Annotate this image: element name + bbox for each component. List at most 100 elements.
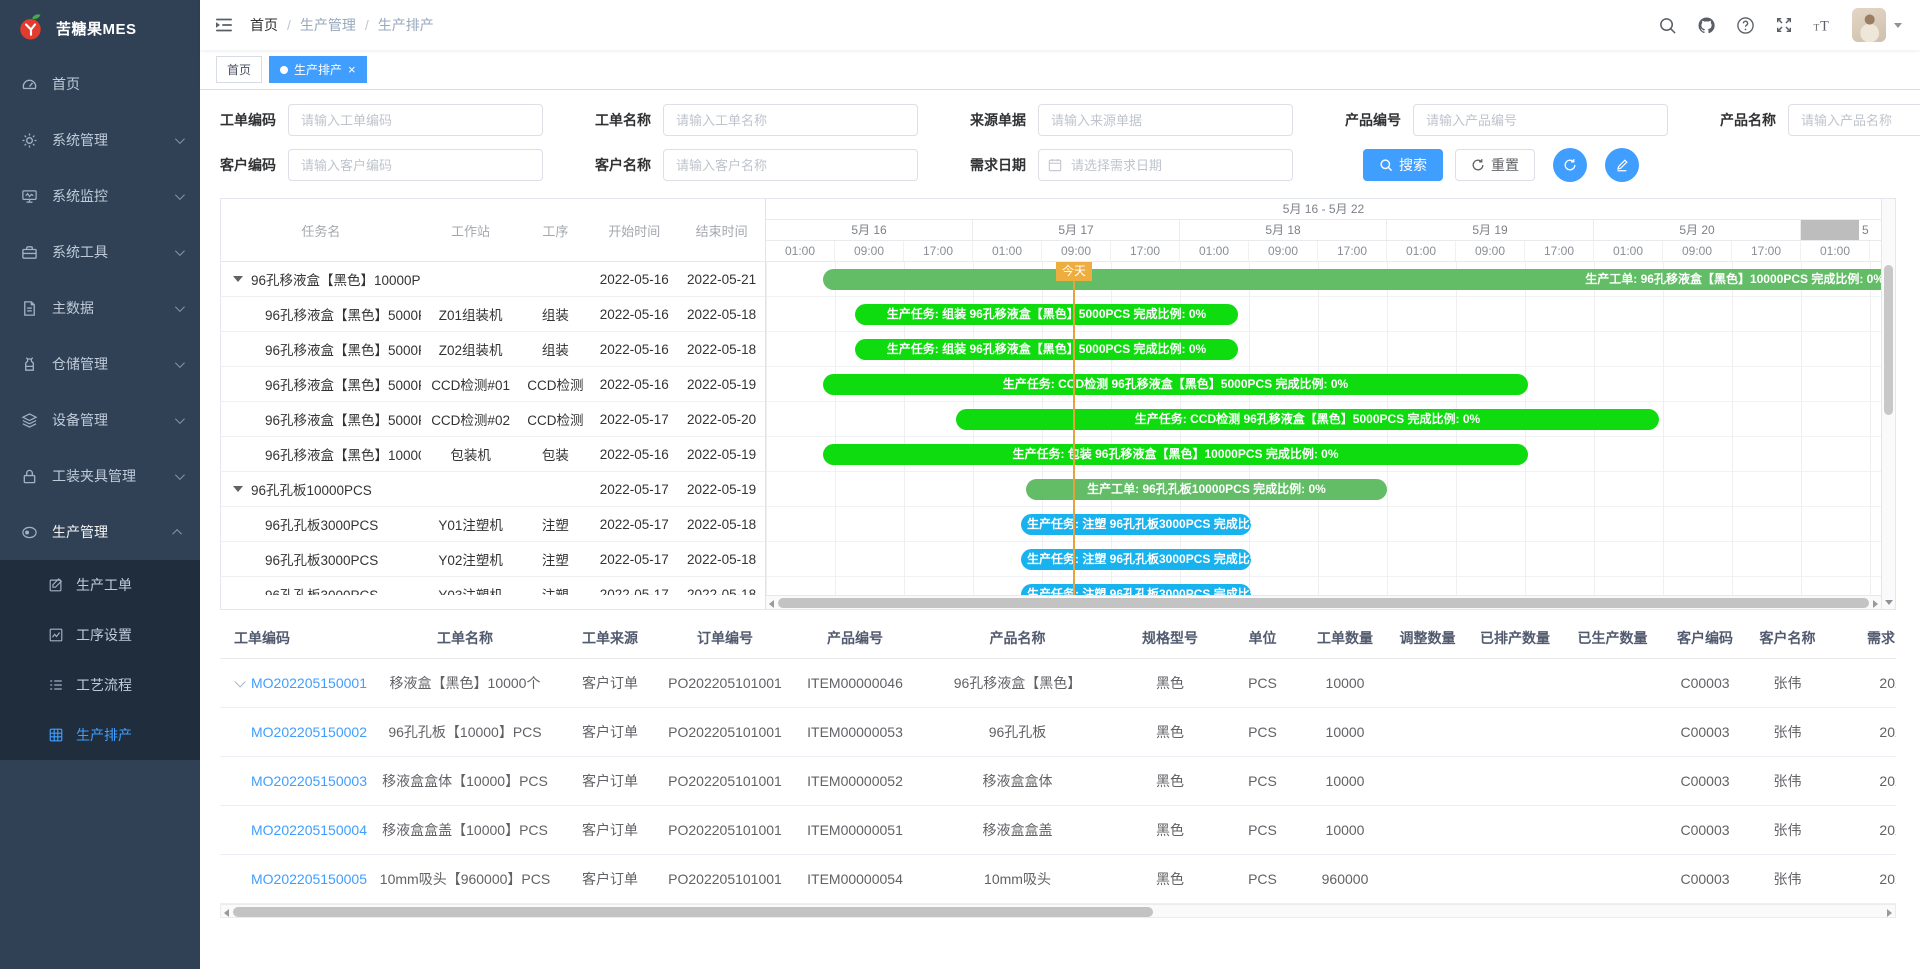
tab-close-icon[interactable]: × <box>348 63 356 76</box>
gantt-task-row[interactable]: 96孔孔板10000PCS 2022-05-17 2022-05-19 <box>221 472 765 507</box>
table-row[interactable]: MO202205150001 移液盒【黑色】10000个客户订单PO202205… <box>220 658 1896 707</box>
gantt-task-row[interactable]: 96孔孔板3000PCS Y01注塑机 注塑 2022-05-17 2022-0… <box>221 507 765 542</box>
filter-label: 工单编码 <box>220 110 276 130</box>
gantt-bar-molding[interactable]: 生产任务: 注塑 96孔孔板3000PCS 完成比例: 0% <box>1021 584 1251 595</box>
grid-icon <box>48 727 64 743</box>
tab-1[interactable]: 生产排产 × <box>269 56 367 83</box>
gantt-task-row[interactable]: 96孔孔板3000PCS Y03注塑机 注塑 2022-05-17 2022-0… <box>221 577 765 595</box>
table-header-14: 需求日期 <box>1825 618 1896 658</box>
gantt-task-row[interactable]: 96孔孔板3000PCS Y02注塑机 注塑 2022-05-17 2022-0… <box>221 542 765 577</box>
filter-input[interactable] <box>663 149 918 181</box>
workorder-link[interactable]: MO202205150004 <box>251 822 367 838</box>
gantt-bar-task[interactable]: 生产任务: CCD检测 96孔移液盒【黑色】5000PCS 完成比例: 0% <box>823 374 1528 395</box>
sidebar-item-layers[interactable]: 设备管理 <box>0 392 200 448</box>
tab-0[interactable]: 首页 <box>216 56 262 83</box>
question-icon[interactable] <box>1736 16 1755 35</box>
gantt-task-row[interactable]: 96孔移液盒【黑色】10000PCS 包装机 包装 2022-05-16 202… <box>221 437 765 472</box>
table-cell: 黑色 <box>1115 854 1225 903</box>
workorder-link[interactable]: MO202205150003 <box>251 773 367 789</box>
gantt-task-row[interactable]: 96孔移液盒【黑色】5000PCS Z01组装机 组装 2022-05-16 2… <box>221 297 765 332</box>
sidebar-item-document[interactable]: 主数据 <box>0 280 200 336</box>
user-menu[interactable] <box>1852 8 1902 42</box>
gantt-bar-molding[interactable]: 生产任务: 注塑 96孔孔板3000PCS 完成比例: 0% <box>1021 514 1251 535</box>
gantt-vscroll-thumb[interactable] <box>1884 265 1893 415</box>
filter-input[interactable] <box>1788 104 1920 136</box>
filter-input[interactable] <box>288 149 543 181</box>
table-cell <box>1465 658 1565 707</box>
filter-input[interactable] <box>663 104 918 136</box>
gantt-task-row[interactable]: 96孔移液盒【黑色】5000PCS CCD检测#02 CCD检测 2022-05… <box>221 402 765 437</box>
gantt-bar-order[interactable]: 生产工单: 96孔孔板10000PCS 完成比例: 0% <box>1026 479 1387 500</box>
filter-label: 产品编号 <box>1345 110 1401 130</box>
filter-input[interactable] <box>1413 104 1668 136</box>
sidebar-fold-icon[interactable] <box>214 15 234 35</box>
gantt-bar-task[interactable]: 生产任务: 组装 96孔移液盒【黑色】5000PCS 完成比例: 0% <box>855 304 1238 325</box>
refresh-circle-button[interactable] <box>1553 148 1587 182</box>
logo: 苦糖果MES <box>0 0 200 56</box>
gantt-bar-task[interactable]: 生产任务: CCD检测 96孔移液盒【黑色】5000PCS 完成比例: 0% <box>956 409 1659 430</box>
table-row[interactable]: MO202205150005 10mm吸头【960000】PCS客户订单PO20… <box>220 854 1896 903</box>
table-cell: 移液盒盒体【10000】PCS <box>370 756 560 805</box>
reset-button[interactable]: 重置 <box>1455 149 1535 181</box>
scroll-left-icon[interactable] <box>224 909 229 917</box>
scroll-right-icon[interactable] <box>1873 600 1878 608</box>
table-cell <box>1465 805 1565 854</box>
search-icon[interactable] <box>1658 16 1677 35</box>
avatar[interactable] <box>1852 8 1886 42</box>
gantt-task-row[interactable]: 96孔移液盒【黑色】5000PCS CCD检测#01 CCD检测 2022-05… <box>221 367 765 402</box>
breadcrumb-item-0[interactable]: 首页 <box>250 15 278 35</box>
breadcrumb-item-2[interactable]: 生产排产 <box>378 15 434 35</box>
scroll-left-icon[interactable] <box>769 600 774 608</box>
gantt-bar-order[interactable]: 生产工单: 96孔移液盒【黑色】10000PCS 完成比例: 0% <box>823 269 1881 290</box>
strawberry-logo-icon <box>16 13 46 43</box>
sidebar-item-production[interactable]: 生产管理 <box>0 504 200 560</box>
gantt-task-row[interactable]: 96孔移液盒【黑色】5000PCS Z02组装机 组装 2022-05-16 2… <box>221 332 765 367</box>
scroll-right-icon[interactable] <box>1887 909 1892 917</box>
sidebar-item-lock[interactable]: 工装夹具管理 <box>0 448 200 504</box>
breadcrumb-item-1[interactable]: 生产管理 <box>300 15 356 35</box>
search-button[interactable]: 搜索 <box>1363 149 1443 181</box>
row-expand-icon[interactable] <box>234 676 245 687</box>
gantt-bar-task[interactable]: 生产任务: 组装 96孔移液盒【黑色】5000PCS 完成比例: 0% <box>855 339 1238 360</box>
workorder-link[interactable]: MO202205150005 <box>251 871 367 887</box>
table-row[interactable]: MO202205150002 96孔孔板【10000】PCS客户订单PO2022… <box>220 707 1896 756</box>
table-hscroll-thumb[interactable] <box>233 907 1153 917</box>
gantt-bar-task[interactable]: 生产任务: 包装 96孔移液盒【黑色】10000PCS 完成比例: 0% <box>823 444 1528 465</box>
table-cell: ITEM00000053 <box>790 707 920 756</box>
filter-input[interactable] <box>1038 104 1293 136</box>
filter-field: 需求日期 <box>970 149 1293 181</box>
sidebar-item-toolbox[interactable]: 系统工具 <box>0 224 200 280</box>
workorder-link[interactable]: MO202205150002 <box>251 724 367 740</box>
sidebar-subitem-edit[interactable]: 生产工单 <box>0 560 200 610</box>
font-size-icon[interactable]: TT <box>1813 16 1832 35</box>
gantt-hscroll-thumb[interactable] <box>778 598 1869 608</box>
gantt-timeline: 5月 16 - 5月 22 5月 165月 175月 185月 195月 205… <box>766 199 1881 595</box>
github-icon[interactable] <box>1697 16 1716 35</box>
table-row[interactable]: MO202205150004 移液盒盒盖【10000】PCS客户订单PO2022… <box>220 805 1896 854</box>
sidebar-menu: 首页 系统管理 系统监控 系统工具 主数据 仓储管理 设备管理 工装夹具管理 生… <box>0 56 200 760</box>
sidebar-item-monitor[interactable]: 系统监控 <box>0 168 200 224</box>
table-row[interactable]: MO202205150003 移液盒盒体【10000】PCS客户订单PO2022… <box>220 756 1896 805</box>
gantt-vertical-scrollbar[interactable] <box>1881 199 1895 609</box>
scroll-down-icon[interactable] <box>1885 600 1893 605</box>
sidebar-item-dashboard[interactable]: 首页 <box>0 56 200 112</box>
sidebar-subitem-grid[interactable]: 生产排产 <box>0 710 200 760</box>
sidebar-item-warehouse[interactable]: 仓储管理 <box>0 336 200 392</box>
sidebar-item-gear[interactable]: 系统管理 <box>0 112 200 168</box>
filter-input[interactable] <box>288 104 543 136</box>
edit-circle-button[interactable] <box>1605 148 1639 182</box>
dashboard-icon <box>20 75 38 93</box>
date-input[interactable] <box>1038 149 1293 181</box>
table-horizontal-scrollbar[interactable] <box>220 904 1896 918</box>
table-header-7: 单位 <box>1225 618 1300 658</box>
sidebar-subitem-chart[interactable]: 工序设置 <box>0 610 200 660</box>
gantt-bar-molding[interactable]: 生产任务: 注塑 96孔孔板3000PCS 完成比例: 0% <box>1021 549 1251 570</box>
gantt-task-row[interactable]: 96孔移液盒【黑色】10000PCS 2022-05-16 2022-05-21 <box>221 262 765 297</box>
today-badge: 今天 <box>1056 262 1092 281</box>
fullscreen-icon[interactable] <box>1775 16 1793 34</box>
sidebar-subitem-list[interactable]: 工艺流程 <box>0 660 200 710</box>
collapse-triangle-icon[interactable] <box>233 486 243 492</box>
gantt-horizontal-scrollbar[interactable] <box>766 595 1881 609</box>
workorder-link[interactable]: MO202205150001 <box>251 675 367 691</box>
collapse-triangle-icon[interactable] <box>233 276 243 282</box>
